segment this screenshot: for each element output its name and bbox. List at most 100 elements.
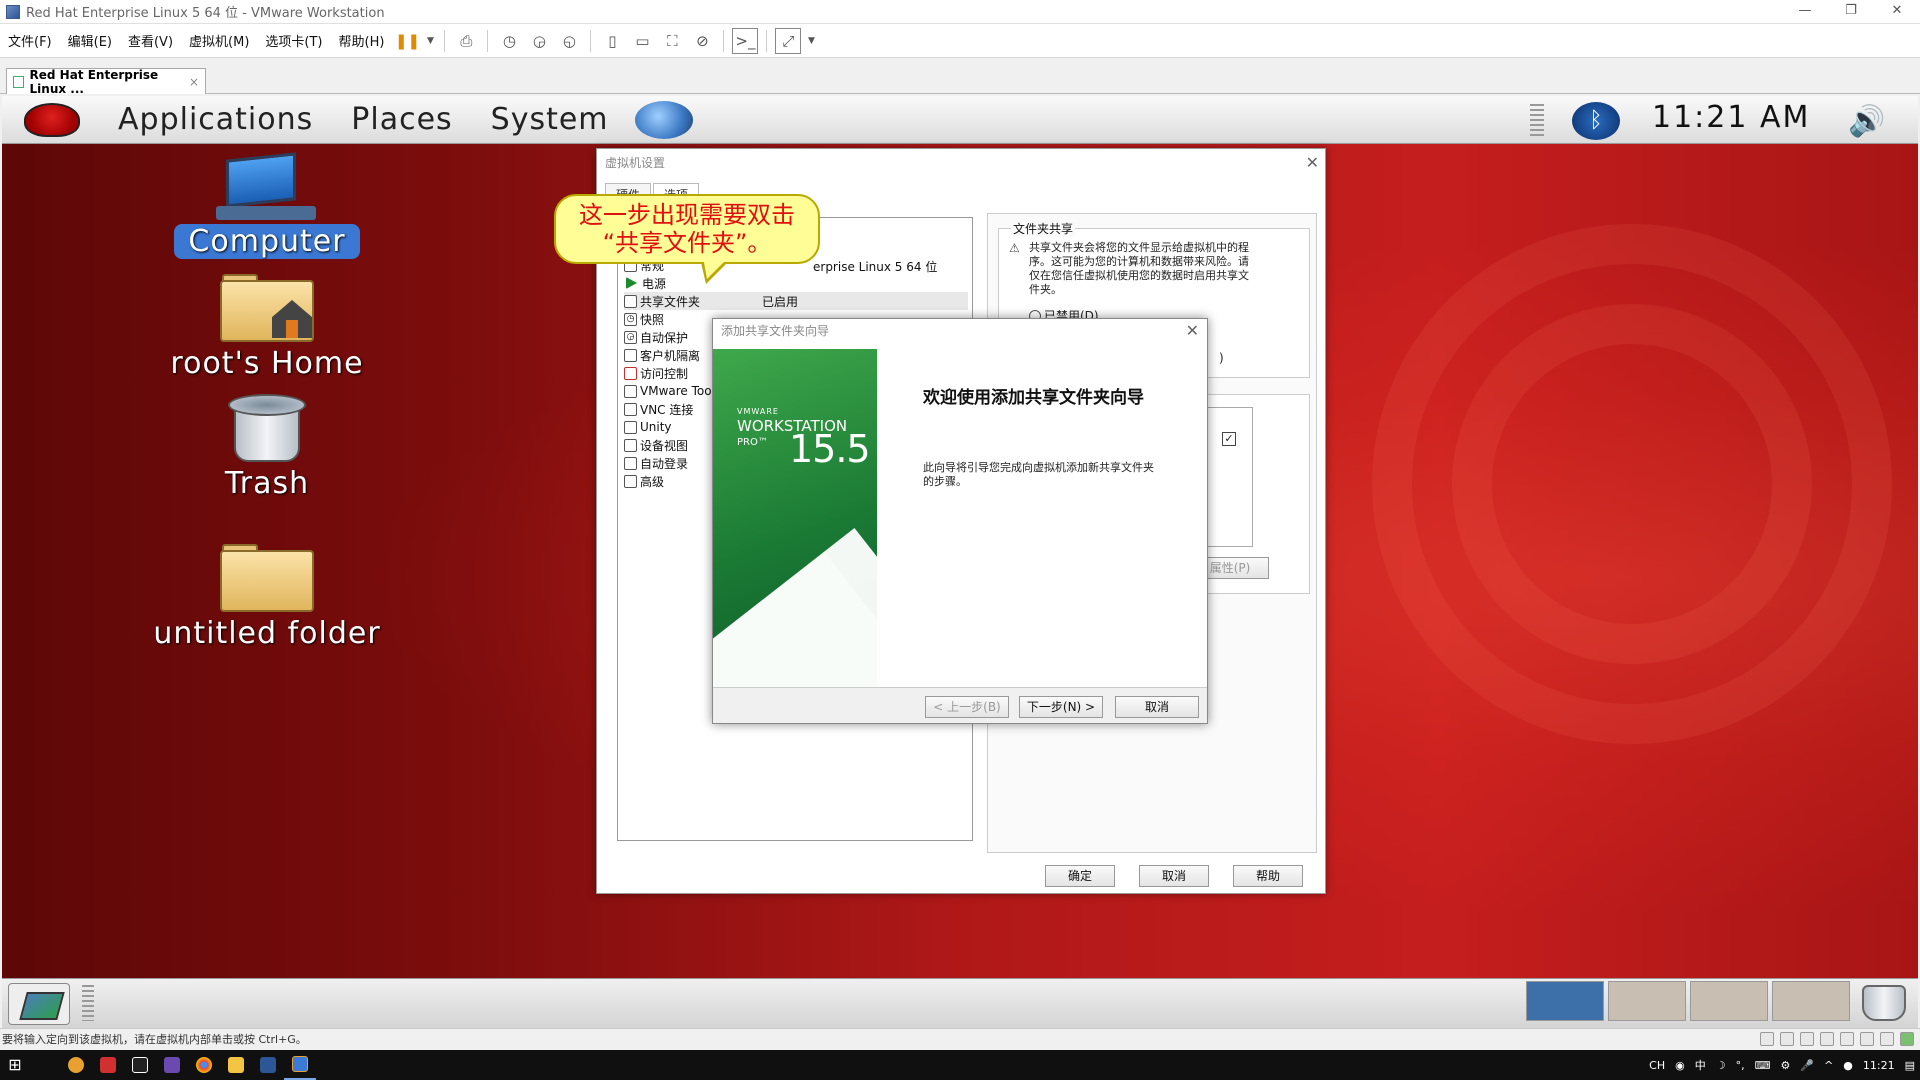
ime-indicator[interactable]: 中 — [1695, 1057, 1706, 1073]
word-icon[interactable] — [252, 1050, 284, 1080]
app-red-icon[interactable] — [92, 1050, 124, 1080]
desktop-icon-computer[interactable]: Computer — [152, 152, 382, 259]
notification-icon[interactable]: ▤ — [1905, 1059, 1915, 1072]
menu-edit[interactable]: 编辑(E) — [60, 31, 120, 50]
input-lang-indicator[interactable]: CH — [1649, 1059, 1665, 1072]
list-item-label: VNC 连接 — [640, 402, 694, 417]
list-item-label: 自动登录 — [640, 456, 689, 471]
library-view-icon[interactable]: ▯ — [599, 28, 625, 54]
network-status-icon[interactable] — [1800, 1032, 1814, 1046]
desktop-icon-trash[interactable]: Trash — [167, 392, 367, 501]
unity-icon[interactable]: ⊘ — [689, 28, 715, 54]
workspace-2[interactable] — [1608, 981, 1686, 1021]
intellij-icon[interactable] — [124, 1050, 156, 1080]
printer-status-icon[interactable] — [1840, 1032, 1854, 1046]
help-button[interactable]: 帮助 — [1233, 865, 1303, 887]
list-item-advanced[interactable]: 高级 — [624, 472, 664, 490]
list-item-autologin[interactable]: 自动登录 — [624, 454, 688, 472]
snapshot-manager-icon[interactable]: ◵ — [556, 28, 582, 54]
list-item-vmware-tools[interactable]: VMware Tools — [624, 382, 721, 400]
menu-file[interactable]: 文件(F) — [0, 31, 60, 50]
usb-status-icon[interactable] — [1820, 1032, 1834, 1046]
workspace-4[interactable] — [1772, 981, 1850, 1021]
panel-grip[interactable] — [1530, 104, 1544, 138]
minimize-button[interactable]: — — [1782, 0, 1828, 24]
desktop-icon-home[interactable]: root's Home — [142, 272, 392, 381]
stretch-icon[interactable]: ⤢ — [775, 27, 802, 54]
microphone-icon[interactable]: 🎤 — [1800, 1059, 1814, 1072]
cancel-button[interactable]: 取消 — [1115, 696, 1199, 718]
panel-clock[interactable]: 11:21 AM — [1652, 100, 1810, 135]
settings-gear-icon[interactable]: ⚙ — [1780, 1059, 1790, 1072]
list-item-shared-folders[interactable]: 共享文件夹 已启用 — [624, 292, 968, 310]
redhat-logo-icon[interactable] — [24, 102, 80, 137]
tab-vm[interactable]: Red Hat Enterprise Linux ... × — [6, 68, 206, 96]
chrome-icon[interactable] — [188, 1050, 220, 1080]
list-item-access-control[interactable]: 访问控制 — [624, 364, 688, 382]
close-tab-icon[interactable]: × — [189, 75, 199, 89]
send-keys-icon[interactable]: ⎙ — [453, 28, 479, 54]
panel-grip[interactable] — [82, 985, 94, 1021]
radio-partial: ) — [1219, 351, 1224, 365]
keyboard-icon[interactable]: ⌨ — [1755, 1059, 1771, 1072]
file-explorer-icon[interactable] — [220, 1050, 252, 1080]
thumbnail-view-icon[interactable]: ▭ — [629, 28, 655, 54]
cancel-button[interactable]: 取消 — [1139, 865, 1209, 887]
autoprotect-icon: ◶ — [624, 330, 637, 344]
ok-button[interactable]: 确定 — [1045, 865, 1115, 887]
list-item-unity[interactable]: Unity — [624, 418, 672, 436]
workspace-3[interactable] — [1690, 981, 1768, 1021]
desktop-icon-untitled-folder[interactable]: untitled folder — [122, 542, 412, 651]
folder-enabled-checkbox[interactable]: ✓ — [1222, 432, 1236, 446]
autologin-icon — [624, 456, 637, 470]
menu-vm[interactable]: 虚拟机(M) — [181, 31, 257, 50]
windows-start-icon[interactable]: ⊞ — [0, 1050, 30, 1080]
vmware-taskbar-icon[interactable] — [284, 1050, 316, 1080]
full-screen-icon[interactable]: ⛶ — [659, 28, 685, 54]
pause-icon[interactable]: ❚❚ — [394, 28, 420, 54]
menu-view[interactable]: 查看(V) — [120, 31, 181, 50]
next-button[interactable]: 下一步(N) > — [1019, 696, 1103, 718]
back-button[interactable]: < 上一步(B) — [925, 696, 1009, 718]
list-item-vnc[interactable]: VNC 连接 — [624, 400, 693, 418]
moon-icon[interactable]: ☽ — [1716, 1059, 1726, 1072]
list-item-guest-isolation[interactable]: 客户机隔离 — [624, 346, 700, 364]
display-status-icon[interactable] — [1880, 1032, 1894, 1046]
sound-status-icon[interactable] — [1860, 1032, 1874, 1046]
show-desktop-button[interactable] — [8, 983, 70, 1025]
trash-applet-icon[interactable] — [1862, 985, 1906, 1021]
restore-button[interactable]: ❐ — [1828, 0, 1874, 24]
list-item-snapshots[interactable]: ◷ 快照 — [624, 310, 664, 328]
cd-status-icon[interactable] — [1780, 1032, 1794, 1046]
workspace-1[interactable] — [1526, 981, 1604, 1021]
tray-app-icon[interactable]: ◉ — [1675, 1059, 1685, 1072]
visual-studio-icon[interactable] — [156, 1050, 188, 1080]
list-item-autoprotect[interactable]: ◶ 自动保护 — [624, 328, 688, 346]
revert-snapshot-icon[interactable]: ◶ — [526, 28, 552, 54]
tray-app-icon[interactable]: ● — [1843, 1059, 1853, 1072]
taskbar-clock[interactable]: 11:21 — [1863, 1059, 1895, 1072]
list-item-appliance-view[interactable]: 设备视图 — [624, 436, 688, 454]
hdd-status-icon[interactable] — [1760, 1032, 1774, 1046]
bluetooth-icon[interactable]: ᛒ — [1572, 102, 1620, 140]
menu-help[interactable]: 帮助(H) — [331, 31, 393, 50]
snapshot-icon[interactable]: ◷ — [496, 28, 522, 54]
menu-system[interactable]: System — [491, 102, 609, 137]
dropdown-arrow-icon[interactable]: ▼ — [805, 28, 817, 54]
chevron-up-icon[interactable]: ^ — [1824, 1059, 1833, 1072]
message-status-icon[interactable] — [1900, 1032, 1914, 1046]
console-icon[interactable]: >_ — [732, 27, 759, 54]
close-icon[interactable]: ✕ — [1186, 321, 1199, 340]
qq-icon[interactable] — [60, 1050, 92, 1080]
menu-tabs[interactable]: 选项卡(T) — [257, 31, 330, 50]
network-globe-icon[interactable] — [634, 100, 693, 139]
list-item-power[interactable]: 电源 — [624, 274, 666, 292]
volume-icon[interactable]: 🔊 — [1848, 104, 1885, 139]
menu-applications[interactable]: Applications — [118, 102, 313, 137]
close-window-button[interactable]: ✕ — [1874, 0, 1920, 24]
dropdown-arrow-icon[interactable]: ▼ — [424, 28, 436, 54]
close-icon[interactable]: ✕ — [1306, 153, 1319, 172]
menu-places[interactable]: Places — [351, 102, 452, 137]
device-view-icon — [624, 438, 637, 452]
punctuation-icon[interactable]: °, — [1736, 1059, 1745, 1072]
